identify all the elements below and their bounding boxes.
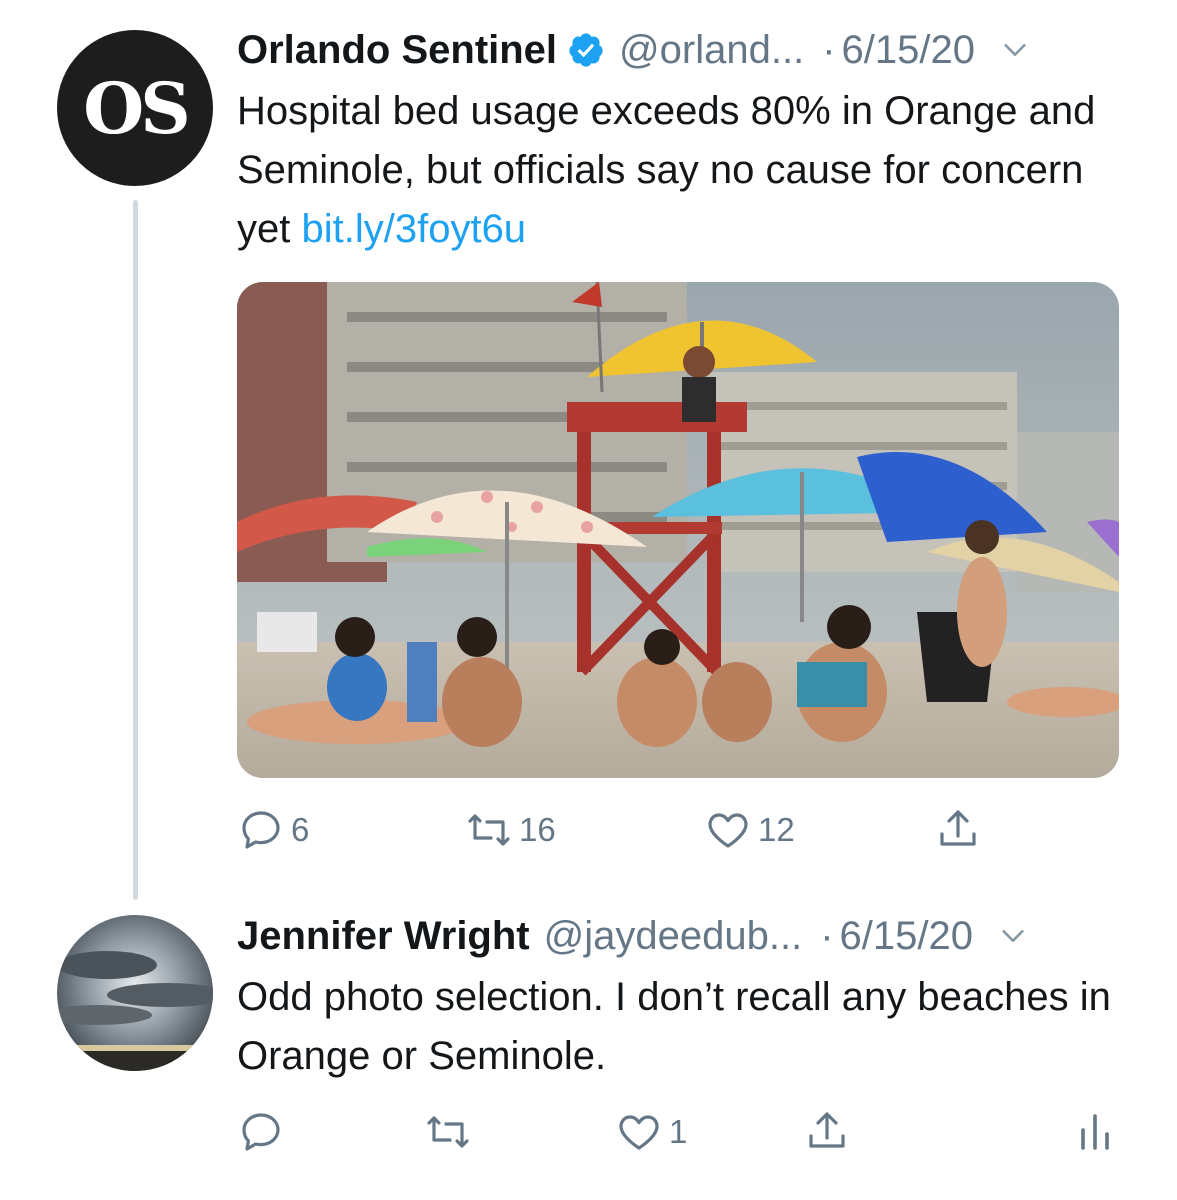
chevron-down-icon[interactable] <box>1001 36 1029 64</box>
reply-button[interactable] <box>237 1108 285 1156</box>
like-button[interactable]: 12 <box>704 806 795 854</box>
reply-icon <box>242 811 280 849</box>
jennifer-wright-avatar[interactable] <box>57 915 213 1071</box>
beach-photo-image <box>237 282 1119 778</box>
tweet-text: Odd photo selection. I don’t recall any … <box>237 968 1137 1086</box>
tweet-header: Jennifer Wright @jaydeedub... · 6/15/20 <box>237 908 1027 964</box>
separator-dot: · <box>820 913 834 958</box>
retweet-button[interactable] <box>424 1108 472 1156</box>
tweet-link[interactable]: bit.ly/3foyt6u <box>301 207 526 251</box>
reply-count: 6 <box>291 811 310 848</box>
like-count: 1 <box>669 1113 688 1150</box>
chevron-down-icon[interactable] <box>999 922 1027 950</box>
avatar-logo-text: OS <box>83 66 191 150</box>
reply-icon <box>242 1113 280 1151</box>
cloudy-sky-image <box>57 915 213 1071</box>
retweet-icon <box>468 814 510 846</box>
tweet-date[interactable]: 6/15/20 <box>842 28 975 73</box>
tweet-body: Odd photo selection. I don’t recall any … <box>237 975 1111 1078</box>
tweet-header: Orlando Sentinel @orland... · 6/15/20 <box>237 22 1029 78</box>
like-count: 12 <box>758 811 795 848</box>
share-icon <box>809 1112 845 1148</box>
author-handle[interactable]: @orland... <box>619 28 804 73</box>
reply-button[interactable]: 6 <box>237 806 309 854</box>
thread-connector-line <box>133 200 138 900</box>
tweet-media-photo[interactable] <box>237 282 1119 778</box>
analytics-icon <box>1081 1114 1109 1150</box>
like-button[interactable]: 1 <box>615 1108 687 1156</box>
author-handle[interactable]: @jaydeedub... <box>544 914 803 959</box>
share-button[interactable] <box>803 1108 851 1156</box>
retweet-count: 16 <box>519 811 556 848</box>
verified-badge-icon <box>569 33 603 67</box>
tweet-text: Hospital bed usage exceeds 80% in Orange… <box>237 82 1137 259</box>
analytics-button[interactable] <box>1071 1108 1119 1156</box>
separator-dot: · <box>822 27 836 72</box>
tweet-date[interactable]: 6/15/20 <box>840 914 973 959</box>
author-name[interactable]: Jennifer Wright <box>237 914 530 959</box>
retweet-button[interactable]: 16 <box>465 806 556 854</box>
orlando-sentinel-avatar[interactable]: OS <box>57 30 213 186</box>
author-name[interactable]: Orlando Sentinel <box>237 28 557 73</box>
heart-icon <box>708 813 748 848</box>
share-icon <box>940 810 976 846</box>
share-button[interactable] <box>934 806 982 854</box>
retweet-icon <box>427 1116 469 1148</box>
heart-icon <box>619 1115 659 1150</box>
